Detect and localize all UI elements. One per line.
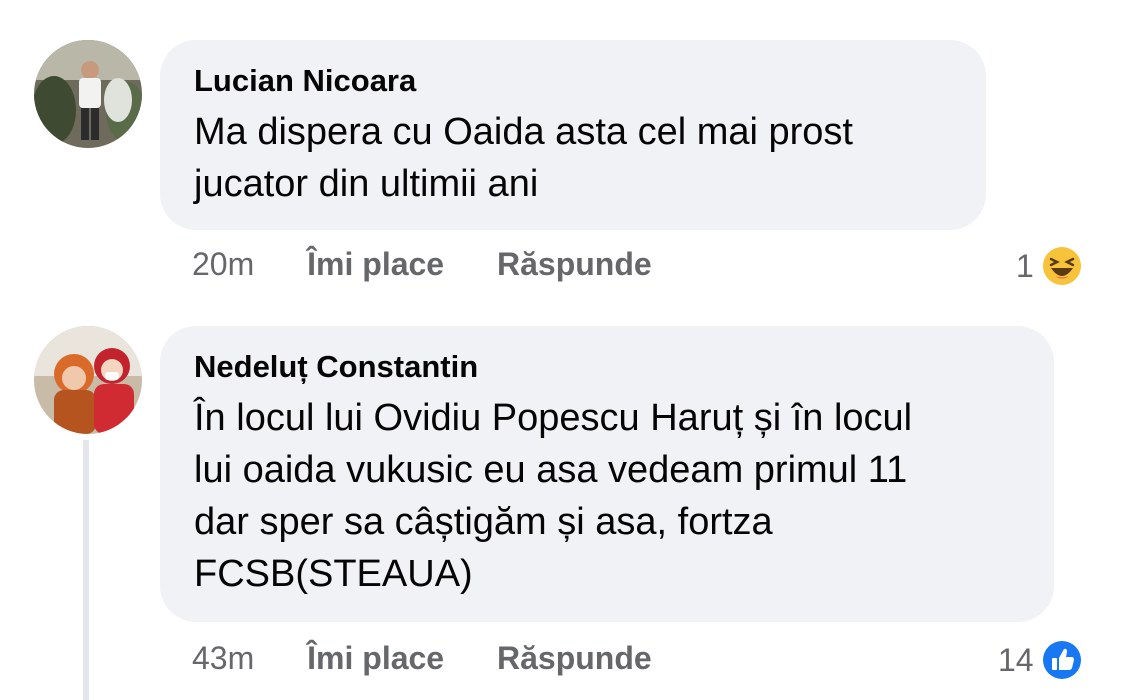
comment-text-line: În locul lui Ovidiu Popescu Haruț și în … [194,397,913,439]
reply-thread-line [83,440,89,700]
reaction-summary-1[interactable]: 1 [1016,244,1084,288]
haha-icon [1040,245,1083,287]
reply-button[interactable]: Răspunde [497,640,652,676]
comment-author[interactable]: Lucian Nicoara [194,62,952,100]
avatar-nedelut[interactable] [34,326,142,434]
comment-meta-1: 20m Îmi place Răspunde [192,246,652,283]
reaction-count: 1 [1016,247,1034,284]
comment-text-line: lui oaida vukusic eu asa vedeam primul 1… [194,449,908,491]
comment-text: În locul lui Ovidiu Popescu Haruț și în … [194,392,1020,600]
like-icon [1040,639,1083,681]
comment-text-line: jucator din ultimii ani [194,163,539,205]
like-button[interactable]: Îmi place [307,246,444,282]
comment-bubble-2: Nedeluț Constantin În locul lui Ovidiu P… [160,326,1054,622]
reaction-count: 14 [998,641,1034,678]
comment-meta-2: 43m Îmi place Răspunde [192,640,652,677]
reply-button[interactable]: Răspunde [497,246,652,282]
like-button[interactable]: Îmi place [307,640,444,676]
avatar-photo [34,40,142,148]
comment-text: Ma dispera cu Oaida asta cel mai prost j… [194,106,952,210]
comment-author[interactable]: Nedeluț Constantin [194,348,1020,386]
avatar-photo [34,326,142,434]
comment-text-line: FCSB(STEAUA) [194,553,473,595]
comments-thread: Lucian Nicoara Ma dispera cu Oaida asta … [0,0,1125,700]
avatar-lucian[interactable] [34,40,142,148]
comment-time[interactable]: 43m [192,640,254,676]
comment-time[interactable]: 20m [192,246,254,282]
comment-text-line: dar sper sa câștigăm și asa, fortza [194,501,773,543]
reaction-summary-2[interactable]: 14 [998,638,1084,682]
comment-bubble-1: Lucian Nicoara Ma dispera cu Oaida asta … [160,40,986,230]
comment-text-line: Ma dispera cu Oaida asta cel mai prost [194,111,853,153]
